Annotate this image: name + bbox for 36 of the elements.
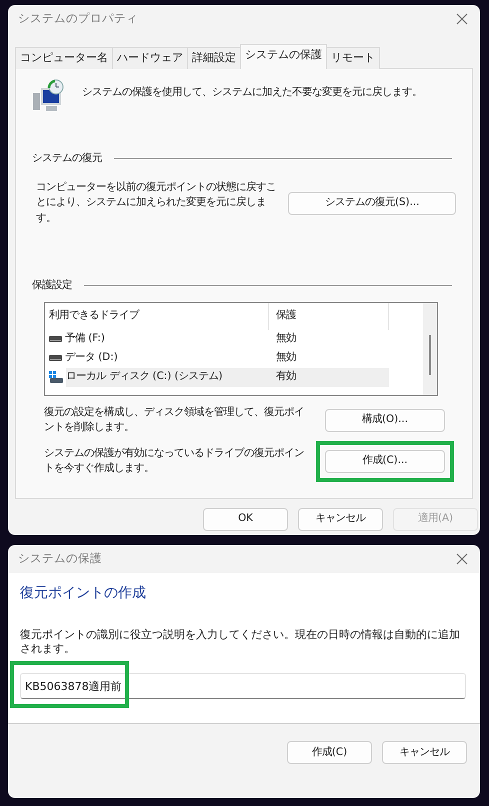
drive-name[interactable]: 予備 (F:) <box>65 330 269 349</box>
dialog-button[interactable]: 作成(C) <box>287 741 372 764</box>
tab[interactable]: ハードウェア <box>112 47 188 68</box>
table-cell-text: 無効 <box>275 350 297 366</box>
system-restore-button[interactable]: システムの復元(S)... <box>288 192 456 215</box>
dialog-heading: 復元ポイントの作成 <box>20 584 147 603</box>
dialog-button[interactable]: OK <box>203 508 288 530</box>
tab[interactable]: リモート <box>326 47 380 68</box>
section-heading: 保護設定 <box>32 278 72 294</box>
drive-icon <box>49 335 62 344</box>
window-title: システムの保護 <box>18 550 102 568</box>
tab[interactable]: コンピューター名 <box>15 47 113 68</box>
system-drive-icon <box>49 370 63 384</box>
window-title: システムのプロパティ <box>18 10 138 28</box>
dialog-button[interactable]: キャンセル <box>382 741 467 764</box>
description-input[interactable]: KB5063878適用前 <box>20 673 466 699</box>
table-cell: 有効 <box>269 368 389 387</box>
drive-name[interactable]: ローカル ディスク (C:) (システム) <box>66 368 269 387</box>
column-header[interactable]: 保護 <box>269 302 389 330</box>
table-cell-text: 無効 <box>275 331 297 346</box>
section-heading: システムの復元 <box>32 150 102 166</box>
drive-name[interactable]: データ (D:) <box>65 348 269 368</box>
description-text: 復元の設定を構成し、ディスク領域を管理して、復元ポイントを削除します。 <box>44 404 305 436</box>
computer-restore-icon <box>32 78 66 112</box>
action-button[interactable]: 作成(C)... <box>325 450 445 473</box>
scrollbar-thumb[interactable] <box>429 334 431 375</box>
column-header[interactable]: 利用できるドライブ <box>45 302 269 330</box>
drive-icon <box>49 354 62 362</box>
description-text: システムの保護を使用して、システムに加えた不要な変更を元に戻します。 <box>82 84 422 100</box>
action-button[interactable]: 構成(O)... <box>325 408 445 432</box>
description-text: システムの保護が有効になっているドライブの復元ポイントを今すぐ作成します。 <box>44 446 305 476</box>
description-text: コンピューターを以前の復元ポイントの状態に戻すことにより、システムに加えられた変更を元に戻します。 <box>36 180 277 226</box>
tab[interactable]: 詳細設定 <box>187 47 241 68</box>
instruction-text: 復元ポイントの識別に役立つ説明を入力してください。現在の日時の情報は自動的に追加されます。 <box>20 628 461 656</box>
tab[interactable]: システムの保護 <box>240 44 327 68</box>
dialog-button[interactable]: キャンセル <box>298 508 383 530</box>
